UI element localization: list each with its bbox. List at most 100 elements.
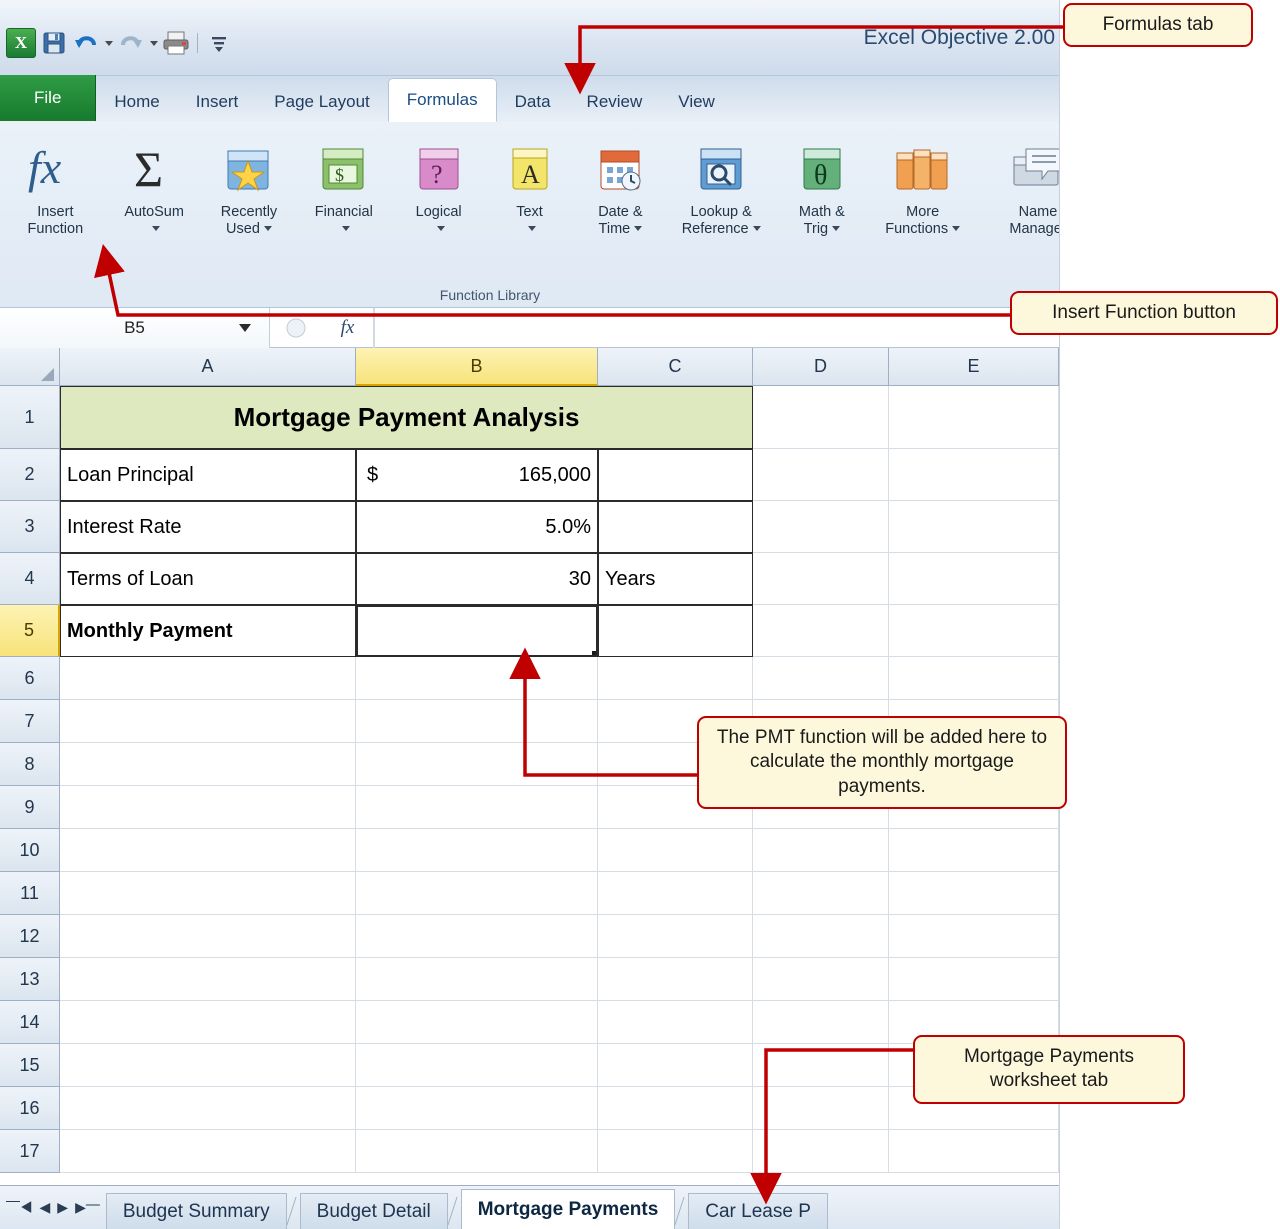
tab-home[interactable]: Home (96, 83, 177, 121)
cell-b16[interactable] (356, 1087, 598, 1130)
cell-d14[interactable] (753, 1001, 889, 1044)
cell-a14[interactable] (60, 1001, 356, 1044)
math-trig-dropdown-icon[interactable] (832, 226, 841, 232)
cell-d15[interactable] (753, 1044, 889, 1087)
cell-a17[interactable] (60, 1130, 356, 1173)
column-header-b[interactable]: B (356, 348, 598, 386)
tab-insert[interactable]: Insert (178, 83, 257, 121)
insert-function-button[interactable]: fx Insert Function (4, 132, 107, 242)
cell-c10[interactable] (598, 829, 753, 872)
cell-a7[interactable] (60, 700, 356, 743)
ribbon-tabstrip[interactable]: File Home Insert Page Layout Formulas Da… (0, 75, 1059, 122)
cell-b17[interactable] (356, 1130, 598, 1173)
cell-d1[interactable] (753, 386, 889, 449)
cell-a16[interactable] (60, 1087, 356, 1130)
cell-b13[interactable] (356, 958, 598, 1001)
cell-c5[interactable] (598, 605, 753, 657)
cell-d4[interactable] (753, 553, 889, 605)
cell-e10[interactable] (889, 829, 1059, 872)
more-functions-button[interactable]: More Functions (869, 132, 976, 242)
recently-used-button[interactable]: Recently Used (202, 132, 297, 242)
cell-c14[interactable] (598, 1001, 753, 1044)
cell-b9[interactable] (356, 786, 598, 829)
cell-a15[interactable] (60, 1044, 356, 1087)
cell-a6[interactable] (60, 657, 356, 700)
cell-b6[interactable] (356, 657, 598, 700)
row-header-14[interactable]: 14 (0, 1001, 60, 1044)
cell-d3[interactable] (753, 501, 889, 553)
sheet-nav-buttons[interactable]: ⎺◀ ◀ ▶ ▶⎻ (0, 1185, 106, 1229)
customize-icon[interactable] (205, 29, 233, 57)
excel-logo-icon[interactable]: X (6, 28, 36, 58)
lookup-dropdown-icon[interactable] (752, 226, 761, 232)
cell-e1[interactable] (889, 386, 1059, 449)
cell-c16[interactable] (598, 1087, 753, 1130)
tab-data[interactable]: Data (497, 83, 569, 121)
redo-icon[interactable] (117, 29, 145, 57)
row-header-16[interactable]: 16 (0, 1087, 60, 1130)
insert-function-formulabar-button[interactable]: fx (322, 307, 374, 348)
cell-c2[interactable] (598, 449, 753, 501)
row-header-12[interactable]: 12 (0, 915, 60, 958)
row-header-10[interactable]: 10 (0, 829, 60, 872)
next-sheet-icon[interactable]: ▶ (57, 1199, 68, 1216)
row-header-5[interactable]: 5 (0, 605, 60, 657)
row-header-1[interactable]: 1 (0, 386, 60, 449)
text-dropdown-icon[interactable] (527, 226, 536, 232)
cell-e3[interactable] (889, 501, 1059, 553)
sheet-tab-car-lease[interactable]: Car Lease P (688, 1193, 828, 1229)
cell-c13[interactable] (598, 958, 753, 1001)
cell-b10[interactable] (356, 829, 598, 872)
prev-sheet-icon[interactable]: ◀ (40, 1199, 51, 1216)
cell-c4[interactable]: Years (598, 553, 753, 605)
tab-page-layout[interactable]: Page Layout (256, 83, 387, 121)
row-header-4[interactable]: 4 (0, 553, 60, 605)
print-icon[interactable] (162, 29, 190, 57)
cell-b2[interactable]: $ 165,000 (356, 449, 598, 501)
date-time-dropdown-icon[interactable] (634, 226, 643, 232)
financial-dropdown-icon[interactable] (341, 226, 350, 232)
redo-dropdown-icon[interactable] (150, 40, 158, 46)
cell-d11[interactable] (753, 872, 889, 915)
cell-b15[interactable] (356, 1044, 598, 1087)
row-header-6[interactable]: 6 (0, 657, 60, 700)
row-header-11[interactable]: 11 (0, 872, 60, 915)
cell-e5[interactable] (889, 605, 1059, 657)
column-header-a[interactable]: A (60, 348, 356, 386)
cell-d6[interactable] (753, 657, 889, 700)
more-functions-dropdown-icon[interactable] (952, 226, 961, 232)
cell-e12[interactable] (889, 915, 1059, 958)
name-manager-button[interactable]: Name Manager (984, 132, 1059, 242)
cell-a4[interactable]: Terms of Loan (60, 553, 356, 605)
cell-a13[interactable] (60, 958, 356, 1001)
cell-a1[interactable]: Mortgage Payment Analysis (60, 386, 753, 449)
select-all-corner[interactable] (0, 348, 60, 386)
math-trig-button[interactable]: θ Math & Trig (774, 132, 869, 242)
tab-file[interactable]: File (0, 75, 97, 121)
first-sheet-icon[interactable]: ⎺◀ (6, 1199, 33, 1216)
cell-d2[interactable] (753, 449, 889, 501)
last-sheet-icon[interactable]: ▶⎻ (75, 1199, 100, 1216)
text-button[interactable]: A Text (486, 132, 573, 242)
cell-c6[interactable] (598, 657, 753, 700)
row-header-17[interactable]: 17 (0, 1130, 60, 1173)
tab-review[interactable]: Review (569, 83, 661, 121)
name-box-chevron-down-icon[interactable] (239, 323, 251, 332)
cell-c12[interactable] (598, 915, 753, 958)
cell-c11[interactable] (598, 872, 753, 915)
cell-a11[interactable] (60, 872, 356, 915)
cell-a10[interactable] (60, 829, 356, 872)
sheet-tab-mortgage-payments[interactable]: Mortgage Payments (460, 1189, 676, 1229)
cell-b4[interactable]: 30 (356, 553, 598, 605)
cell-d10[interactable] (753, 829, 889, 872)
date-time-button[interactable]: Date & Time (573, 132, 668, 242)
row-header-8[interactable]: 8 (0, 743, 60, 786)
cell-d5[interactable] (753, 605, 889, 657)
row-header-9[interactable]: 9 (0, 786, 60, 829)
cell-b3[interactable]: 5.0% (356, 501, 598, 553)
cell-a3[interactable]: Interest Rate (60, 501, 356, 553)
column-header-d[interactable]: D (753, 348, 889, 386)
cell-e13[interactable] (889, 958, 1059, 1001)
logical-button[interactable]: ? Logical (391, 132, 486, 242)
cell-c3[interactable] (598, 501, 753, 553)
